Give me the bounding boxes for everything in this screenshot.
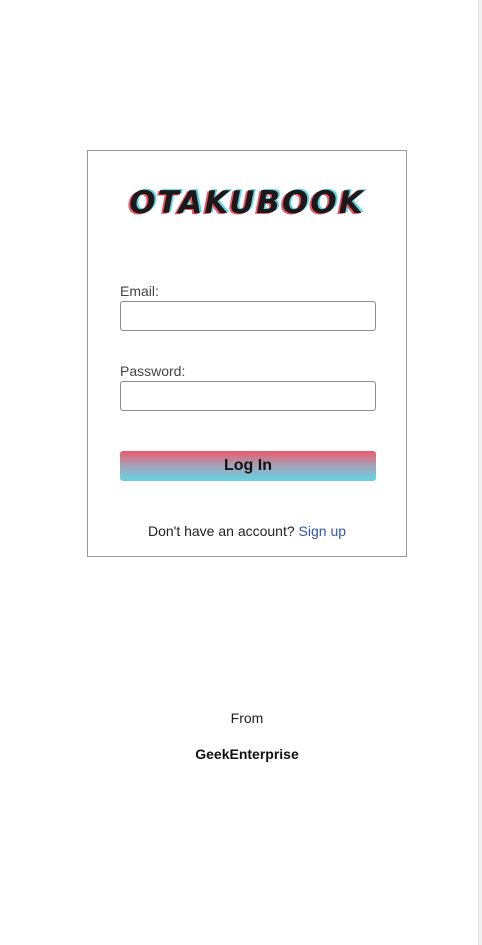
login-card: OTAKUBOOK Email: Password: Log In Don't … (87, 150, 407, 557)
password-field[interactable] (120, 381, 376, 411)
app-logo: OTAKUBOOK (129, 185, 365, 221)
signup-prompt-text: Don't have an account? (147, 523, 299, 539)
email-field[interactable] (120, 301, 376, 331)
footer-brand: GeekEnterprise (195, 746, 299, 762)
footer-from-label: From (230, 710, 264, 726)
signup-prompt-row: Don't have an account? Sign up (88, 523, 406, 539)
scrollbar[interactable] (478, 0, 482, 945)
email-label: Email: (120, 283, 159, 299)
password-label: Password: (120, 363, 186, 379)
login-page: OTAKUBOOK Email: Password: Log In Don't … (0, 0, 482, 945)
signup-link[interactable]: Sign up (299, 523, 346, 539)
login-button[interactable]: Log In (120, 451, 376, 481)
